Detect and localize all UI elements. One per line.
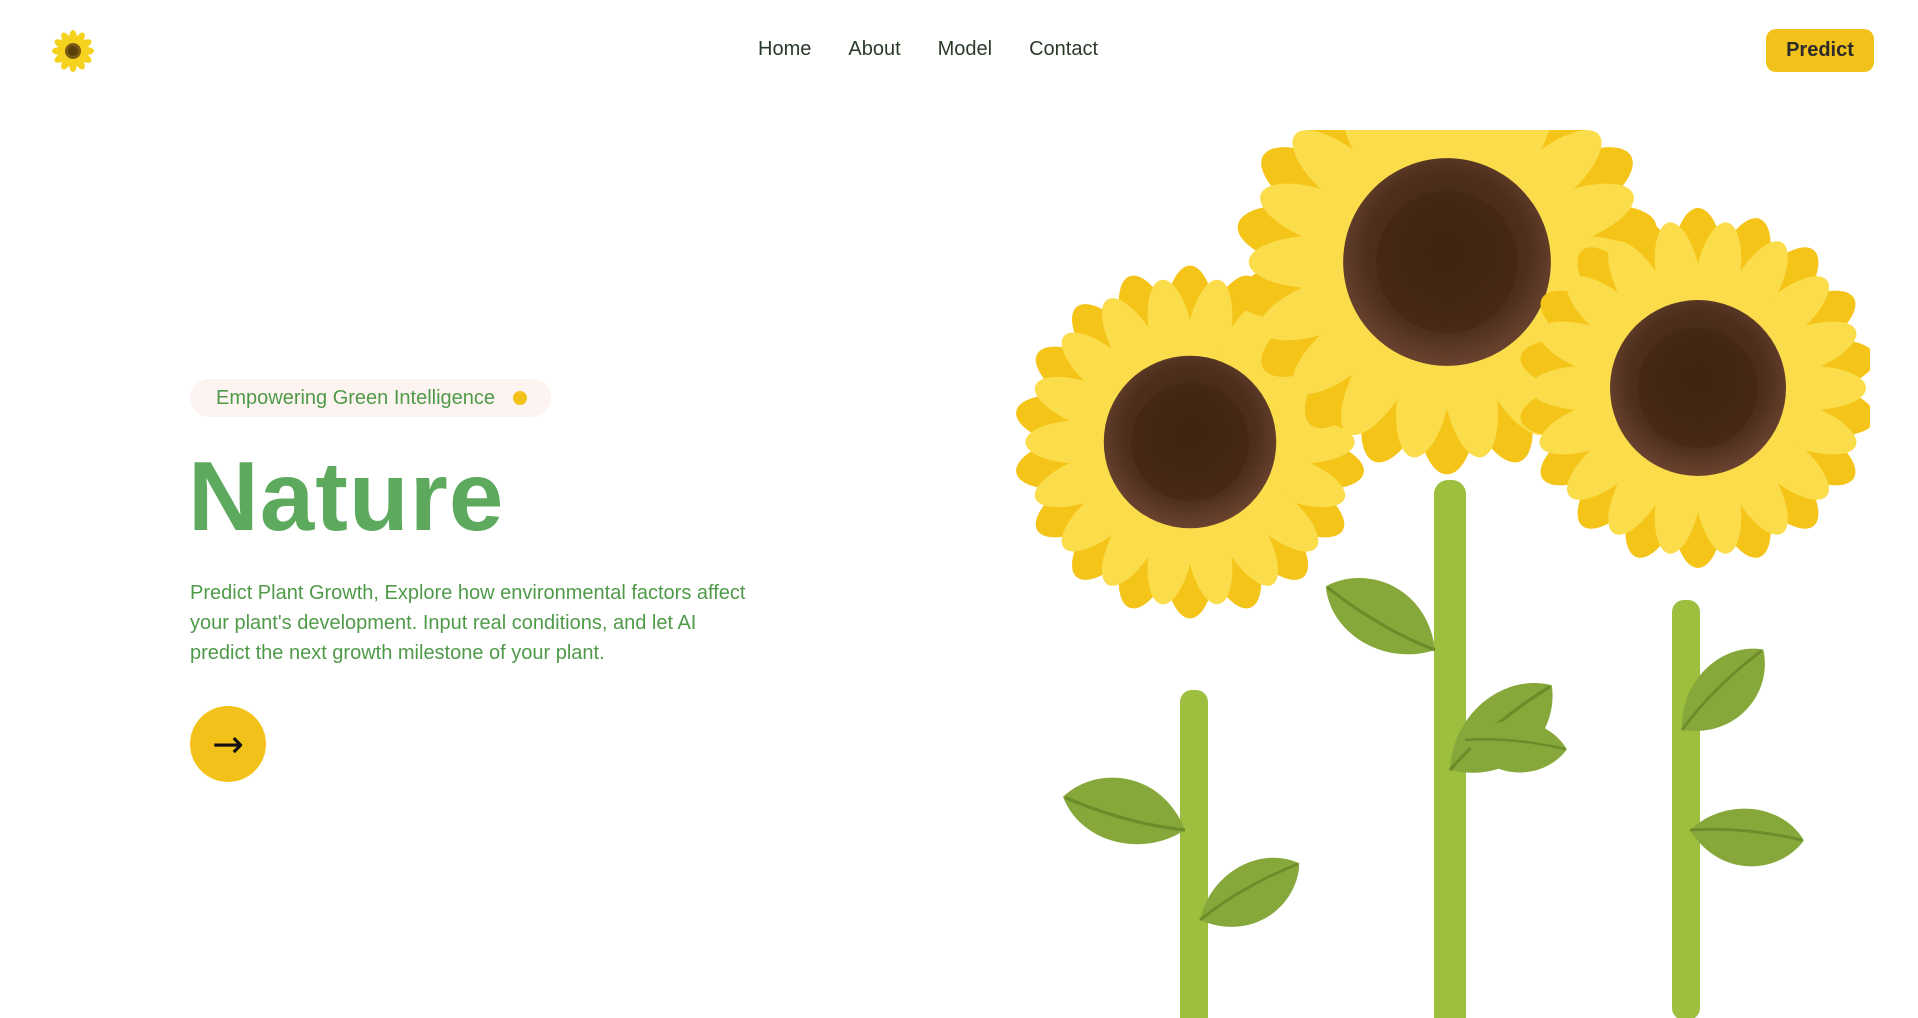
main-nav: Home About Model Contact bbox=[758, 38, 1135, 61]
nav-item-home[interactable]: Home bbox=[758, 38, 811, 61]
sunflowers-illustration bbox=[1011, 130, 1870, 1018]
nav-item-model[interactable]: Model bbox=[938, 38, 992, 61]
hero-title: Nature bbox=[188, 441, 505, 551]
arrow-right-button[interactable]: → bbox=[190, 706, 266, 782]
hero-badge: Empowering Green Intelligence bbox=[190, 379, 552, 417]
arrow-right-icon: → bbox=[212, 722, 244, 766]
badge-dot-icon bbox=[513, 391, 528, 405]
hero-badge-text: Empowering Green Intelligence bbox=[216, 386, 496, 409]
nav-item-about[interactable]: About bbox=[848, 38, 900, 61]
predict-button[interactable]: Predict bbox=[1766, 29, 1874, 72]
sunflower-logo-icon[interactable] bbox=[52, 30, 94, 72]
nav-item-contact[interactable]: Contact bbox=[1029, 38, 1098, 61]
hero-description: Predict Plant Growth, Explore how enviro… bbox=[190, 582, 746, 664]
